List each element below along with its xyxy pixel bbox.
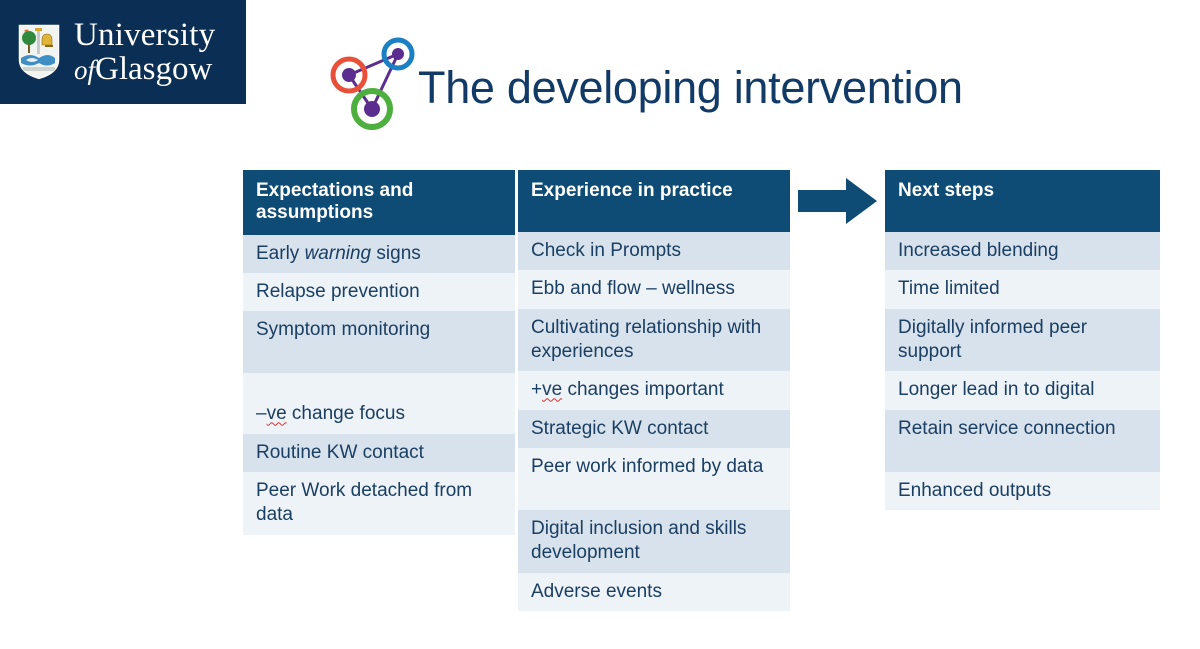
table-row: Digital inclusion and skills development [518,509,790,573]
table-row: Symptom monitoring [243,311,515,374]
spellcheck-flagged-text: ve [542,379,563,401]
table-row: Check in Prompts [518,232,790,271]
table-row: Relapse prevention [243,273,515,312]
logo-wordmark: University ofGlasgow [74,16,216,87]
table-row: Adverse events [518,572,790,611]
table-row: Time limited [885,270,1160,309]
table-row: Strategic KW contact [518,409,790,448]
table-column-next-steps: Next steps Increased blending Time limit… [885,170,1160,510]
spellcheck-flagged-text: ve [266,403,287,425]
column-header-next-steps: Next steps [885,170,1160,232]
network-nodes-icon [330,37,415,130]
page-title: The developing intervention [418,62,963,113]
table-row: Ebb and flow – wellness [518,270,790,309]
table-row: Cultivating relationship with experience… [518,308,790,372]
table-row-empty [243,373,515,396]
table-row: Routine KW contact [243,433,515,473]
table-column-expectations: Expectations and assumptions Early warni… [243,170,515,535]
logo-line-of-glasgow: ofGlasgow [74,50,215,87]
arrow-right-icon [798,178,877,224]
table-row: Early warning signs [243,234,515,274]
column-header-experience: Experience in practice [518,170,790,232]
logo-line-university: University [74,16,216,53]
table-column-experience: Experience in practice Check in Prompts … [518,170,790,611]
table-row: Peer Work detached from data [243,472,515,535]
emphasised-word: warning [304,242,372,264]
glasgow-crest-icon [17,23,61,81]
cell-text: +ve changes important [531,379,724,401]
table-row: +ve changes important [518,371,790,410]
university-logo-block: University ofGlasgow [0,0,246,104]
table-row: Longer lead in to digital [885,371,1160,410]
table-row: Peer work informed by data [518,447,790,510]
table-row: –ve change focus [243,395,515,434]
column-header-expectations: Expectations and assumptions [243,170,515,235]
table-row: Digitally informed peer support [885,308,1160,372]
cell-text: –ve change focus [256,403,405,425]
logo-word-of: of [74,54,96,85]
table-row: Increased blending [885,232,1160,271]
logo-word-glasgow: Glasgow [95,50,213,87]
cell-text: Early warning signs [256,242,421,264]
table-row: Retain service connection [885,409,1160,472]
table-row: Enhanced outputs [885,471,1160,510]
